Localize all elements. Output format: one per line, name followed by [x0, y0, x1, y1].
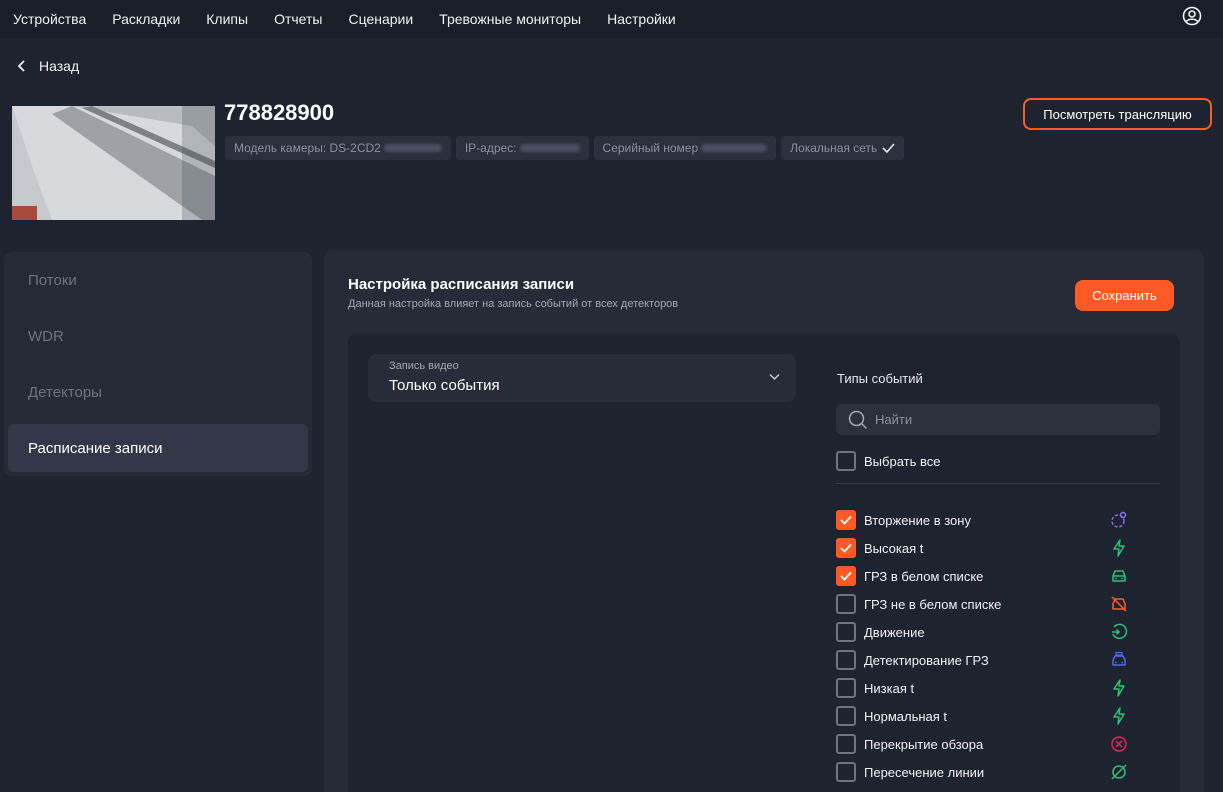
panel-subtitle: Данная настройка влияет на запись событи… [348, 298, 679, 310]
car-plate-icon [1112, 651, 1126, 666]
event-search-box [836, 404, 1160, 435]
network-label: Локальная сеть [790, 141, 878, 155]
event-label: Перекрытие обзора [864, 736, 984, 752]
event-checkbox-checked[interactable] [836, 538, 856, 558]
event-item-zone-intrusion[interactable]: Вторжение в зону [836, 506, 1136, 534]
event-checkbox[interactable] [836, 678, 856, 698]
select-label: Запись видео [389, 360, 459, 372]
sidebar-item-streams[interactable]: Потоки [8, 256, 308, 304]
event-checkbox-checked[interactable] [836, 510, 856, 530]
search-input[interactable] [875, 404, 1145, 435]
event-label: Вторжение в зону [864, 512, 971, 528]
serial-number-label: Серийный номер [602, 141, 699, 155]
check-icon [882, 143, 895, 153]
event-checkbox[interactable] [836, 734, 856, 754]
select-all-label: Выбрать все [864, 453, 941, 469]
event-checkbox[interactable] [836, 594, 856, 614]
select-all-row[interactable]: Выбрать все [836, 451, 940, 471]
intrusion-icon [1111, 511, 1127, 528]
event-item-plate-whitelist[interactable]: ГРЗ в белом списке [836, 562, 1136, 590]
event-checkbox[interactable] [836, 650, 856, 670]
event-checkbox[interactable] [836, 706, 856, 726]
event-checkbox[interactable] [836, 762, 856, 782]
top-navigation: Устройства Раскладки Клипы Отчеты Сценар… [0, 0, 1223, 38]
nav-item-layouts[interactable]: Раскладки [112, 11, 180, 27]
event-item-line-crossing[interactable]: Пересечение линии [836, 758, 1136, 786]
camera-id-title: 778828900 [224, 100, 335, 125]
event-label: ГРЗ не в белом списке [864, 596, 1002, 612]
event-checkbox-checked[interactable] [836, 566, 856, 586]
back-link[interactable]: Назад [17, 58, 79, 74]
serial-number-chip: Серийный номер [593, 136, 777, 160]
nav-item-devices[interactable]: Устройства [13, 11, 86, 27]
save-button[interactable]: Сохранить [1075, 280, 1174, 311]
event-label: Нормальная t [864, 708, 948, 724]
camera-preview-image[interactable] [12, 106, 215, 220]
sidebar-item-detectors[interactable]: Детекторы [8, 368, 308, 416]
lightning-icon [1113, 679, 1125, 697]
motion-icon [1112, 623, 1128, 640]
line-cross-icon [1111, 764, 1127, 780]
event-item-low-temp[interactable]: Низкая t [836, 674, 1136, 702]
network-chip: Локальная сеть [781, 136, 905, 160]
ip-address-label: IP-адрес: [464, 141, 517, 155]
recording-schedule-panel: Настройка расписания записи Данная настр… [324, 250, 1204, 792]
nav-item-reports[interactable]: Отчеты [274, 11, 322, 27]
back-label: Назад [39, 58, 80, 74]
divider [836, 483, 1160, 484]
user-profile-icon[interactable] [1182, 6, 1202, 26]
video-recording-select[interactable]: Запись видео Только события [368, 354, 796, 402]
camera-model-chip: Модель камеры: DS-2CD2 [225, 136, 451, 160]
event-item-high-temp[interactable]: Высокая t [836, 534, 1136, 562]
event-label: Высокая t [864, 540, 924, 556]
lightning-icon [1113, 707, 1125, 725]
event-item-plate-detection[interactable]: Детектирование ГРЗ [836, 646, 1136, 674]
event-label: Низкая t [864, 680, 915, 696]
event-label: ГРЗ в белом списке [864, 568, 984, 584]
nav-item-settings[interactable]: Настройки [607, 11, 676, 27]
camera-info-chips: Модель камеры: DS-2CD2 IP-адрес: Серийны… [225, 136, 905, 160]
chevron-left-icon [17, 60, 25, 72]
event-checkbox[interactable] [836, 622, 856, 642]
event-item-motion[interactable]: Движение [836, 618, 1136, 646]
event-types-title: Типы событий [837, 371, 923, 386]
search-icon [848, 410, 868, 430]
ip-address-chip: IP-адрес: [455, 136, 589, 160]
chevron-down-icon [769, 373, 780, 381]
event-item-plate-not-whitelist[interactable]: ГРЗ не в белом списке [836, 590, 1136, 618]
sidebar-item-wdr[interactable]: WDR [8, 312, 308, 360]
settings-sidebar: Потоки WDR Детекторы Расписание записи [4, 252, 312, 476]
select-all-checkbox[interactable] [836, 451, 856, 471]
panel-title: Настройка расписания записи [348, 276, 575, 293]
nav-item-clips[interactable]: Клипы [206, 11, 248, 27]
event-label: Детектирование ГРЗ [864, 652, 989, 668]
sidebar-item-recording-schedule[interactable]: Расписание записи [8, 424, 308, 472]
event-label: Движение [864, 624, 925, 640]
nav-item-alarm-monitors[interactable]: Тревожные мониторы [439, 11, 581, 27]
event-item-view-obstruction[interactable]: Перекрытие обзора [836, 730, 1136, 758]
camera-model-label: Модель камеры: DS-2CD2 [234, 141, 381, 155]
redacted-value [701, 144, 768, 152]
event-item-normal-temp[interactable]: Нормальная t [836, 702, 1136, 730]
nav-item-scenarios[interactable]: Сценарии [348, 11, 413, 27]
schedule-settings-area: Запись видео Только события Типы событий… [348, 334, 1180, 792]
watch-stream-button[interactable]: Посмотреть трансляцию [1023, 98, 1212, 130]
event-label: Пересечение линии [864, 764, 985, 780]
car-blocked-icon [1111, 596, 1127, 612]
select-value: Только события [389, 377, 500, 394]
cross-circle-icon [1111, 736, 1127, 752]
event-types-list: Вторжение в зону Высокая t ГРЗ в белом с… [836, 506, 1136, 786]
redacted-value [383, 144, 442, 152]
redacted-value [519, 144, 580, 152]
car-icon [1112, 570, 1126, 582]
lightning-icon [1113, 539, 1125, 557]
